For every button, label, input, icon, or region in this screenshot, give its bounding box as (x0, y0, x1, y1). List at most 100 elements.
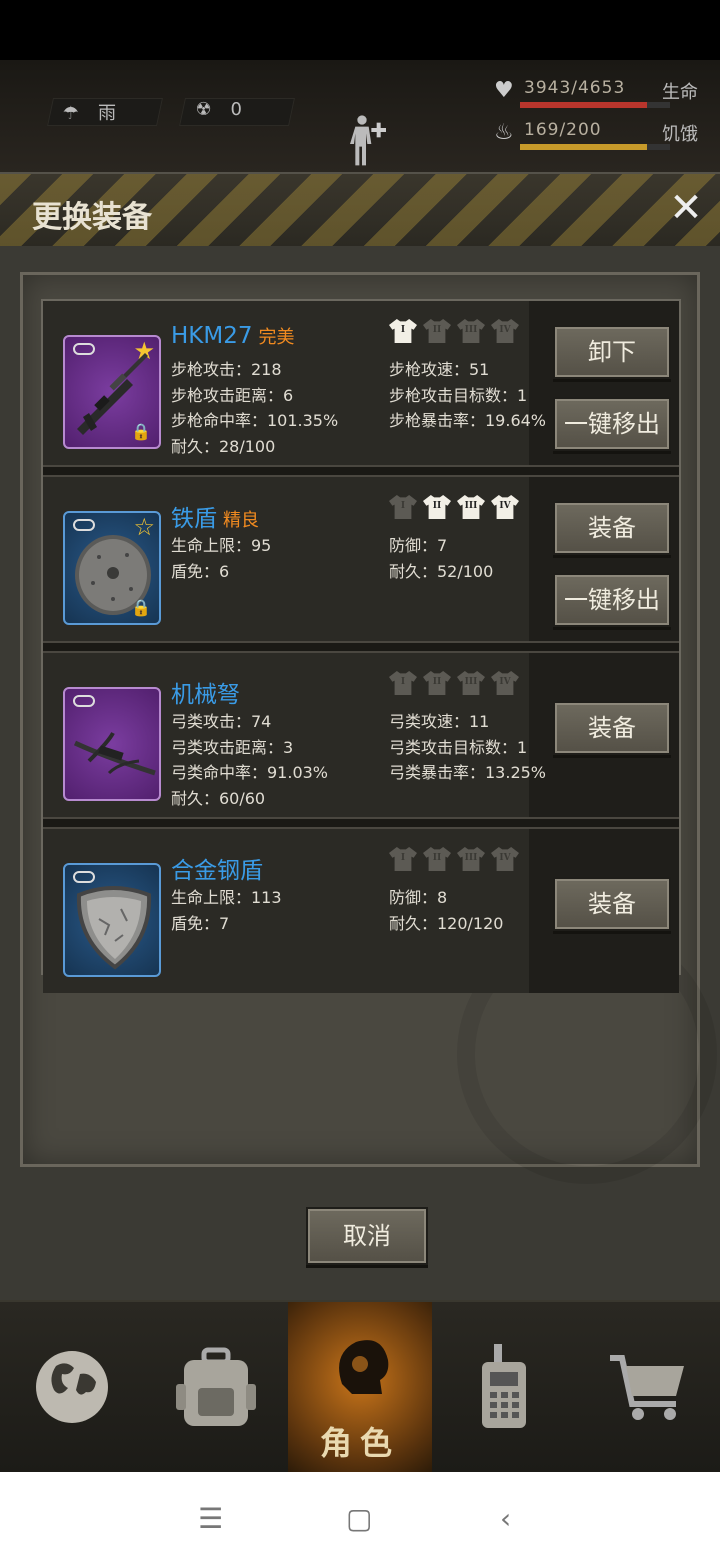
home-icon[interactable]: ▢ (346, 1502, 372, 1535)
nav-character-label: 角色 (319, 1424, 400, 1462)
tier-shirt-icon: II (423, 671, 451, 695)
rain-cloud-icon: ☂ (62, 103, 79, 124)
body-status-icon[interactable] (350, 100, 390, 180)
tier-shirt-icon: IV (491, 319, 519, 343)
equipment-item[interactable]: 机械弩 I II III IV 弓类攻击：74 弓类攻击距离：3 弓类命中率：91.03% 耐久… (43, 653, 679, 817)
hp-stat: ♥ 3943/4653 生命 (482, 76, 720, 112)
stat-line: 防御：7 (389, 536, 448, 555)
tier-shirt-icon: II (423, 319, 451, 343)
item-icon-frame[interactable] (63, 687, 161, 801)
stat-line: 耐久：120/120 (389, 913, 504, 933)
modal-header: 更换装备 ✕ (0, 174, 720, 246)
equipment-item[interactable]: ☆ 🔒 铁盾 精良 I II III IV 生命上限：95 盾免：6 防御：7 耐久：52/100 装备… (43, 477, 679, 641)
lock-icon[interactable]: 🔒 (131, 422, 151, 441)
item-stats-left: 弓类攻击：74 弓类攻击距离：3 弓类命中率：91.03% 耐久：60/60 (171, 709, 328, 811)
tier-shirt-icon: I (389, 847, 417, 871)
item-name-line: 合金钢盾 (171, 851, 269, 885)
back-icon[interactable]: ‹ (500, 1502, 511, 1535)
status-bar (0, 0, 720, 60)
stat-line: 弓类攻击距离：3 (171, 737, 294, 757)
unequip-button[interactable]: 卸下 (553, 325, 671, 379)
equipment-list: ★ 🔒 HKM27 完美 I II III IV 步枪攻击：218 步枪攻击距离：6 步枪命中率：1… (41, 299, 681, 993)
stat-line: 盾免：6 (171, 561, 230, 581)
item-stats-left: 步枪攻击：218 步枪攻击距离：6 步枪命中率：101.35% 耐久：28/100 (171, 357, 338, 459)
equipment-item[interactable]: 合金钢盾 I II III IV 生命上限：113 盾免：7 防御：8 耐久：120/120 装备 (43, 829, 679, 993)
tier-indicators: I II III IV (389, 671, 529, 697)
stat-line: 步枪攻击目标数：1 (389, 385, 528, 405)
hunger-bar (520, 144, 670, 150)
hunger-value: 169/200 (524, 120, 602, 140)
item-stats-right: 防御：7 耐久：52/100 (389, 533, 493, 584)
stat-line: 步枪攻速：51 (389, 360, 490, 379)
item-name-line: 机械弩 (171, 675, 246, 709)
item-separator (43, 817, 679, 829)
remove-all-button[interactable]: 一键移出 (553, 573, 671, 627)
item-icon-frame[interactable]: ★ 🔒 (63, 335, 161, 449)
weather-chip: ☂ 雨 (47, 98, 163, 126)
tier-shirt-icon: IV (491, 847, 519, 871)
nav-backpack[interactable] (144, 1302, 288, 1474)
item-name: HKM27 (171, 323, 253, 349)
tier-shirt-icon: III (457, 495, 485, 519)
tier-shirt-icon: III (457, 847, 485, 871)
tier-indicators: I II III IV (389, 319, 529, 345)
item-icon-frame[interactable]: ☆ 🔒 (63, 511, 161, 625)
menu-icon[interactable]: ☰ (198, 1502, 223, 1535)
tier-indicators: I II III IV (389, 495, 529, 521)
tier-shirt-icon: I (389, 671, 417, 695)
stat-line: 弓类攻击：74 (171, 712, 272, 731)
weather-label: 雨 (98, 103, 117, 124)
radio-icon (482, 1344, 526, 1428)
bottom-nav: 角色 (0, 1300, 720, 1474)
tier-shirt-icon: III (457, 319, 485, 343)
tier-shirt-icon: IV (491, 671, 519, 695)
radiation-value: 0 (230, 99, 243, 120)
tier-shirt-icon: IV (491, 495, 519, 519)
system-nav-bar: ☰ ▢ ‹ (0, 1472, 720, 1560)
nav-shop[interactable] (576, 1302, 720, 1474)
equipment-item[interactable]: ★ 🔒 HKM27 完美 I II III IV 步枪攻击：218 步枪攻击距离：6 步枪命中率：1… (43, 301, 679, 465)
hp-label: 生命 (662, 82, 698, 103)
stat-line: 弓类攻击目标数：1 (389, 737, 528, 757)
item-stats-left: 生命上限：113 盾免：7 (171, 885, 282, 936)
modal-title: 更换装备 (32, 200, 152, 235)
stat-line: 步枪攻击：218 (171, 360, 282, 379)
radiation-icon: ☢ (195, 99, 212, 120)
heart-icon: ♥ (494, 78, 514, 103)
cancel-button[interactable]: 取消 (306, 1207, 428, 1265)
item-quality: 完美 (258, 327, 295, 348)
tier-shirt-icon: III (457, 671, 485, 695)
radiation-chip: ☢ 0 (179, 98, 295, 126)
tier-shirt-icon: II (423, 495, 451, 519)
stat-line: 步枪暴击率：19.64% (389, 411, 547, 430)
tier-shirt-icon: II (423, 847, 451, 871)
stat-line: 弓类暴击率：13.25% (389, 763, 547, 782)
lock-icon[interactable]: 🔒 (131, 598, 151, 617)
nav-radio[interactable] (432, 1302, 576, 1474)
cart-icon (610, 1355, 684, 1420)
top-hud: ☂ 雨 ☢ 0 ♥ 3943/4653 生命 ♨ 169/200 饥饿 (0, 60, 720, 175)
equip-button[interactable]: 装备 (553, 701, 671, 755)
equip-button[interactable]: 装备 (553, 501, 671, 555)
hp-value: 3943/4653 (524, 78, 626, 98)
item-icon-frame[interactable] (63, 863, 161, 977)
item-name-line: HKM27 完美 (171, 323, 295, 349)
character-icon (339, 1340, 389, 1394)
stat-line: 耐久：28/100 (171, 436, 276, 456)
backpack-icon (176, 1347, 256, 1426)
nav-world[interactable] (0, 1302, 144, 1474)
tier-indicators: I II III IV (389, 847, 529, 873)
equip-button[interactable]: 装备 (553, 877, 671, 931)
nav-character[interactable]: 角色 (288, 1302, 432, 1474)
change-equipment-modal: 更换装备 ✕ ★ 🔒 HKM27 完美 I II III IV 步枪攻击：218 步枪攻击距离：6… (0, 172, 720, 1300)
stomach-icon: ♨ (494, 120, 514, 145)
globe-icon (36, 1351, 108, 1423)
remove-all-button[interactable]: 一键移出 (553, 397, 671, 451)
item-stats-right: 步枪攻速：51 步枪攻击目标数：1 步枪暴击率：19.64% (389, 357, 546, 434)
close-icon[interactable]: ✕ (666, 188, 706, 228)
item-stats-left: 生命上限：95 盾免：6 (171, 533, 271, 584)
stat-line: 耐久：60/60 (171, 788, 266, 808)
tier-shirt-icon: I (389, 319, 417, 343)
stat-line: 步枪攻击距离：6 (171, 385, 294, 405)
stat-line: 弓类攻速：11 (389, 712, 490, 731)
